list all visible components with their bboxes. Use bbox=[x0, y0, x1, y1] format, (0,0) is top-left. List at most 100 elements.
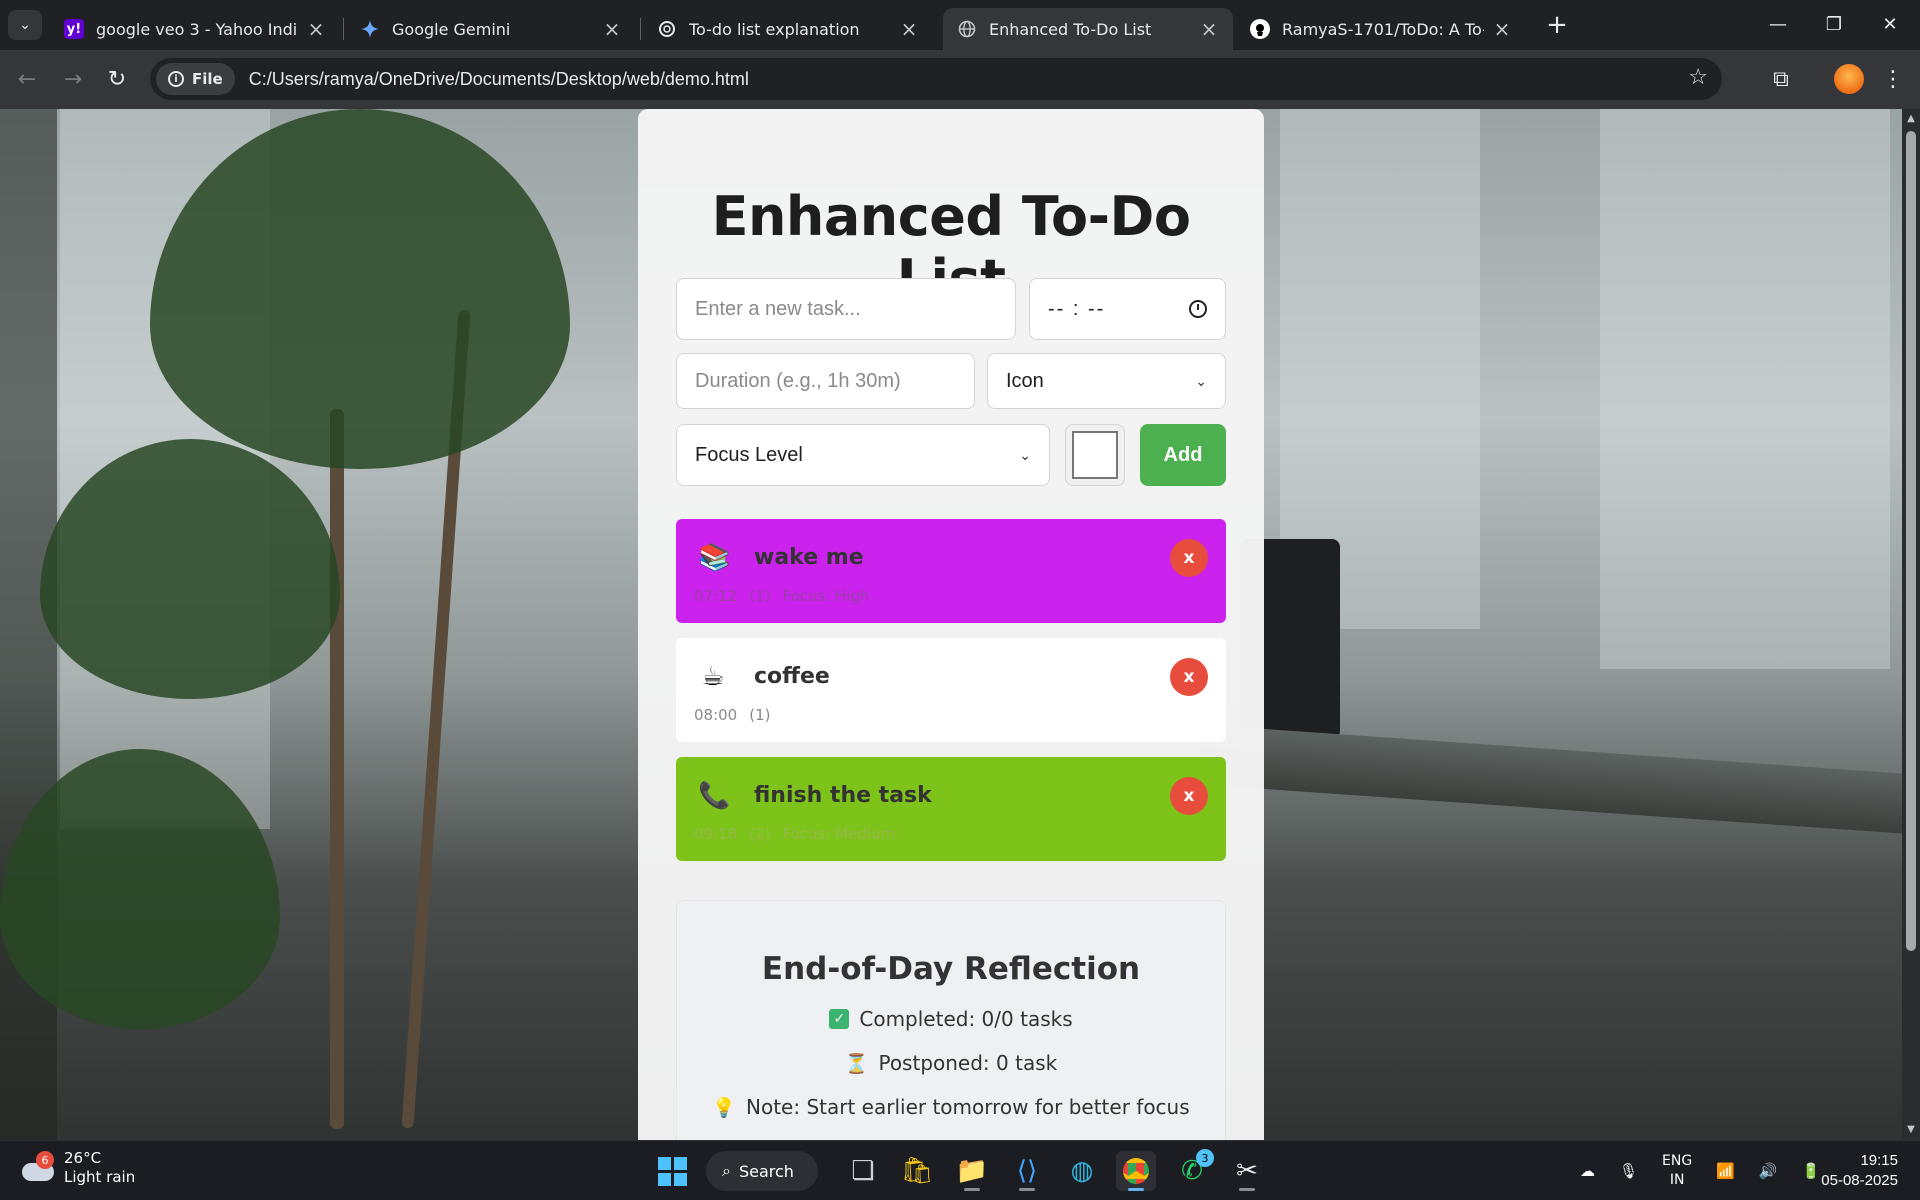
icon-select[interactable]: Icon ⌄ bbox=[987, 353, 1226, 409]
task-count: (1) bbox=[749, 587, 771, 605]
language-indicator[interactable]: ENG IN bbox=[1662, 1152, 1692, 1190]
task-item[interactable]: 📞 finish the task 09:18 (2) Focus: Mediu… bbox=[676, 757, 1226, 861]
back-button[interactable]: ← bbox=[10, 62, 44, 96]
weather-badge: 6 bbox=[36, 1151, 54, 1169]
reflection-title: End-of-Day Reflection bbox=[761, 951, 1141, 987]
chevron-down-icon: ⌄ bbox=[1195, 372, 1207, 389]
time-input[interactable]: -- : -- bbox=[1029, 278, 1226, 340]
search-label: Search bbox=[738, 1161, 794, 1181]
close-icon[interactable]: × bbox=[899, 17, 919, 41]
url-text[interactable]: C:/Users/ramya/OneDrive/Documents/Deskto… bbox=[249, 69, 749, 90]
vscode-icon: ⟨⟩ bbox=[1016, 1156, 1038, 1186]
volume-icon[interactable]: 🔊 bbox=[1759, 1162, 1778, 1180]
task-count: (2) bbox=[749, 825, 771, 843]
task-input[interactable]: Enter a new task... bbox=[676, 278, 1016, 340]
page-background: Enhanced To-Do List Enter a new task... … bbox=[0, 109, 1902, 1140]
close-icon[interactable]: × bbox=[602, 17, 622, 41]
scroll-down-icon[interactable]: ▼ bbox=[1906, 1124, 1916, 1135]
file-explorer-button[interactable]: 📁 bbox=[952, 1151, 992, 1191]
chrome-button[interactable] bbox=[1116, 1151, 1156, 1191]
task-name: finish the task bbox=[754, 783, 932, 808]
minimize-button[interactable]: — bbox=[1750, 6, 1806, 42]
task-item[interactable]: ☕ coffee 08:00 (1) x bbox=[676, 638, 1226, 742]
scroll-up-icon[interactable]: ▲ bbox=[1906, 113, 1916, 124]
task-view-icon: ❏ bbox=[851, 1156, 875, 1186]
plant-stem bbox=[330, 409, 344, 1129]
task-meta: 09:18 (2) Focus: Medium bbox=[694, 825, 895, 843]
delete-task-button[interactable]: x bbox=[1170, 539, 1208, 577]
close-window-button[interactable]: ✕ bbox=[1862, 6, 1918, 42]
new-tab-button[interactable]: + bbox=[1542, 10, 1572, 40]
yahoo-icon: y! bbox=[64, 19, 84, 39]
store-icon: 🛍 bbox=[900, 1156, 934, 1186]
task-focus: Focus: Medium bbox=[782, 825, 896, 843]
reflection-panel: End-of-Day Reflection ✓ Completed: 0/0 t… bbox=[676, 900, 1226, 1140]
openai-icon bbox=[657, 19, 677, 39]
github-icon bbox=[1250, 19, 1270, 39]
color-picker[interactable] bbox=[1065, 424, 1125, 486]
task-meta: 07:12 (1) Focus: High bbox=[694, 587, 870, 605]
wifi-icon[interactable]: 📶 bbox=[1716, 1162, 1735, 1180]
weather-widget[interactable]: 6 26°C Light rain bbox=[20, 1149, 135, 1187]
delete-task-button[interactable]: x bbox=[1170, 777, 1208, 815]
windows-taskbar: 6 26°C Light rain ⌕ Search ❏ 🛍 📁 ⟨⟩ ◍ ✆ … bbox=[0, 1140, 1920, 1200]
tab-todo-explanation[interactable]: To-do list explanation × bbox=[643, 8, 933, 50]
task-view-button[interactable]: ❏ bbox=[843, 1151, 883, 1191]
tab-gemini[interactable]: Google Gemini × bbox=[346, 8, 636, 50]
taskbar-clock[interactable]: 19:15 05-08-2025 bbox=[1821, 1151, 1898, 1191]
delete-task-button[interactable]: x bbox=[1170, 658, 1208, 696]
duration-input[interactable]: Duration (e.g., 1h 30m) bbox=[676, 353, 975, 409]
focus-level-select[interactable]: Focus Level ⌄ bbox=[676, 424, 1050, 486]
chip-label: File bbox=[192, 70, 223, 88]
clock-icon[interactable] bbox=[1189, 300, 1207, 318]
kebab-menu-icon: ⋮ bbox=[1882, 66, 1904, 92]
site-info-chip[interactable]: i File bbox=[156, 63, 235, 95]
tab-title: RamyaS-1701/ToDo: A To-Do Li bbox=[1282, 19, 1484, 39]
address-bar[interactable]: i File C:/Users/ramya/OneDrive/Documents… bbox=[150, 58, 1722, 100]
close-icon[interactable]: × bbox=[306, 17, 326, 41]
bookmark-star-icon[interactable]: ☆ bbox=[1688, 65, 1708, 90]
clock-date: 05-08-2025 bbox=[1821, 1172, 1898, 1189]
task-item[interactable]: 📚 wake me 07:12 (1) Focus: High x bbox=[676, 519, 1226, 623]
tab-github[interactable]: RamyaS-1701/ToDo: A To-Do Li × bbox=[1236, 8, 1526, 50]
reload-button[interactable]: ↻ bbox=[100, 62, 134, 96]
todo-app-card: Enhanced To-Do List Enter a new task... … bbox=[638, 109, 1264, 1140]
profile-avatar[interactable] bbox=[1834, 64, 1864, 94]
edge-icon: ◍ bbox=[1070, 1156, 1094, 1186]
restore-button[interactable]: ❐ bbox=[1806, 6, 1862, 42]
edge-button[interactable]: ◍ bbox=[1062, 1151, 1102, 1191]
tab-enhanced-todo[interactable]: Enhanced To-Do List × bbox=[943, 8, 1233, 50]
page-scrollbar[interactable]: ▲ ▼ bbox=[1902, 109, 1920, 1140]
puzzle-icon: ⧉ bbox=[1773, 66, 1789, 92]
tab-title: google veo 3 - Yahoo India Sea bbox=[96, 19, 298, 39]
close-icon[interactable]: × bbox=[1199, 17, 1219, 41]
taskbar-search[interactable]: ⌕ Search bbox=[706, 1151, 818, 1191]
weather-cloud-icon: 6 bbox=[20, 1151, 56, 1183]
battery-icon[interactable]: 🔋 bbox=[1802, 1162, 1821, 1180]
microphone-icon[interactable]: 🎙 bbox=[1619, 1162, 1638, 1180]
start-button[interactable] bbox=[652, 1151, 692, 1191]
restore-icon: ❐ bbox=[1825, 13, 1843, 35]
vscode-button[interactable]: ⟨⟩ bbox=[1007, 1151, 1047, 1191]
close-icon[interactable]: × bbox=[1492, 17, 1512, 41]
task-time: 08:00 bbox=[694, 706, 738, 724]
tab-search-button[interactable]: ⌄ bbox=[8, 10, 42, 40]
menu-button[interactable]: ⋮ bbox=[1876, 62, 1910, 96]
task-time: 09:18 bbox=[694, 825, 738, 843]
onedrive-icon[interactable]: ☁ bbox=[1580, 1162, 1595, 1180]
folder-icon: 📁 bbox=[955, 1156, 989, 1186]
forward-button[interactable]: → bbox=[56, 62, 90, 96]
tab-yahoo[interactable]: y! google veo 3 - Yahoo India Sea × bbox=[50, 8, 340, 50]
snipping-tool-button[interactable]: ✂ bbox=[1227, 1151, 1267, 1191]
whatsapp-button[interactable]: ✆ 3 bbox=[1172, 1149, 1214, 1191]
close-icon: ✕ bbox=[1882, 13, 1898, 35]
add-task-button[interactable]: Add bbox=[1140, 424, 1226, 486]
tab-divider bbox=[343, 18, 344, 40]
extensions-button[interactable]: ⧉ bbox=[1764, 62, 1798, 96]
reload-icon: ↻ bbox=[107, 66, 127, 92]
info-icon: i bbox=[168, 71, 184, 87]
completed-text: Completed: 0/0 tasks bbox=[859, 1007, 1073, 1031]
store-button[interactable]: 🛍 bbox=[897, 1151, 937, 1191]
task-focus: Focus: High bbox=[782, 587, 870, 605]
scrollbar-thumb[interactable] bbox=[1906, 131, 1916, 951]
